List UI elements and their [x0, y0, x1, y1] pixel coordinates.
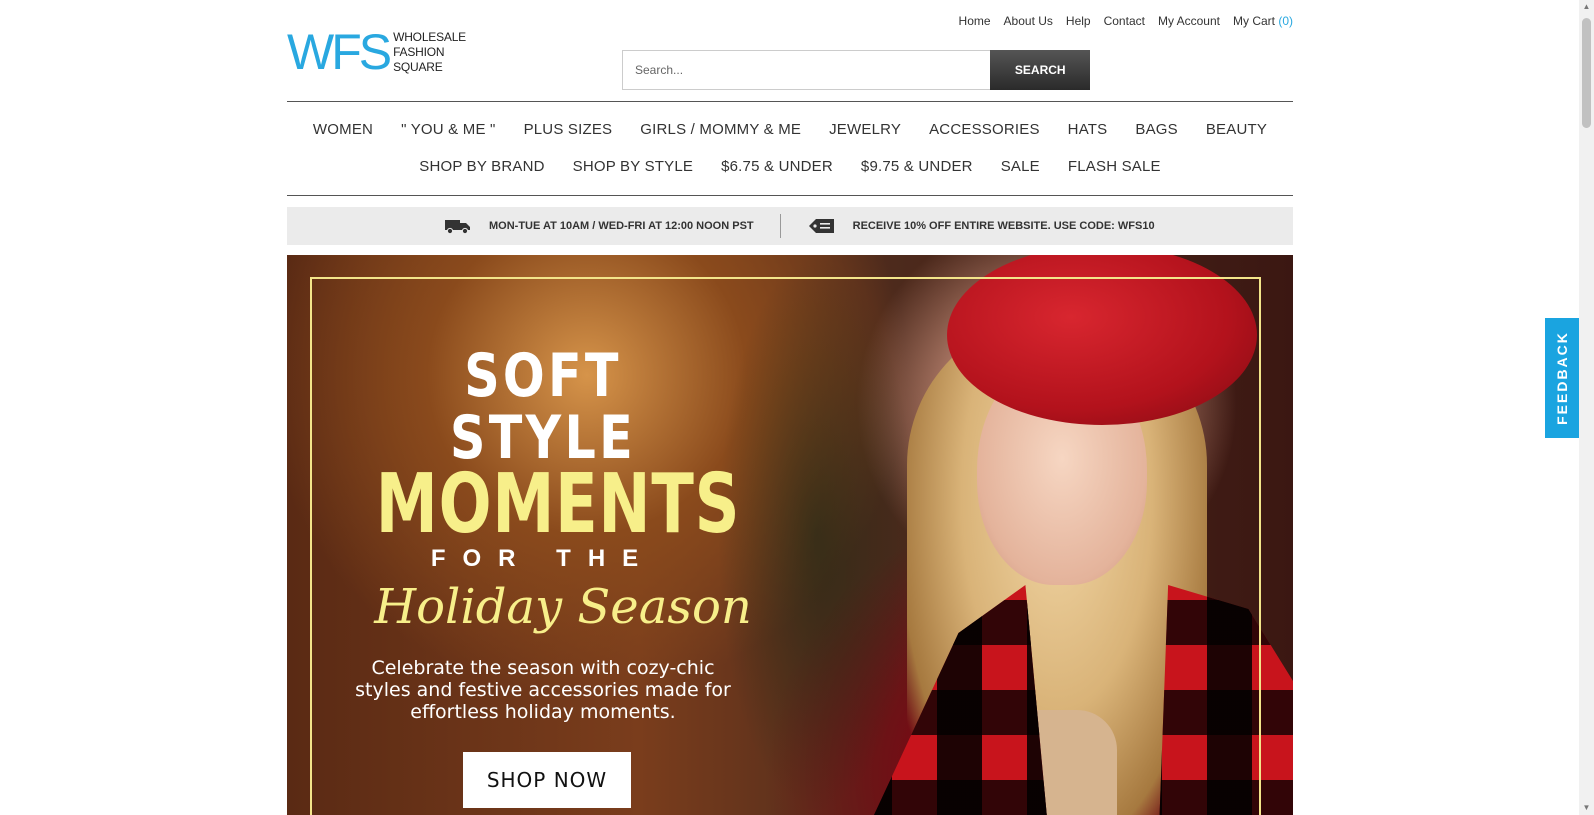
scrollbar-thumb[interactable] [1582, 18, 1591, 128]
nav-item-shop-by-brand[interactable]: SHOP BY BRAND [419, 158, 544, 175]
shipping-text: MON-TUE AT 10AM / WED-FRI AT 12:00 NOON … [489, 220, 754, 232]
nav-item-jewelry[interactable]: JEWELRY [829, 121, 901, 138]
top-link-about[interactable]: About Us [1004, 14, 1053, 28]
nav-item-sale[interactable]: SALE [1001, 158, 1040, 175]
logo-wordmark: WHOLESALE FASHION SQUARE [393, 30, 466, 75]
hero-banner[interactable]: SOFT STYLE MOMENTS FOR THE Holiday Seaso… [287, 255, 1293, 815]
top-link-cart[interactable]: My Cart (0) [1233, 14, 1293, 28]
logo-line: SQUARE [393, 59, 443, 74]
coupon-text: RECEIVE 10% OFF ENTIRE WEBSITE. USE CODE… [852, 220, 1155, 232]
nav-item-beauty[interactable]: BEAUTY [1206, 121, 1267, 138]
nav-item-under-975[interactable]: $9.75 & UNDER [861, 158, 973, 175]
page-container: WFS WHOLESALE FASHION SQUARE Home About … [287, 0, 1293, 815]
hero-headline-2: MOMENTS [375, 457, 741, 552]
search-button[interactable]: SEARCH [990, 50, 1090, 90]
truck-icon [445, 220, 470, 234]
top-links: Home About Us Help Contact My Account My… [959, 14, 1293, 28]
top-link-contact[interactable]: Contact [1104, 14, 1145, 28]
main-nav-row-1: WOMEN " YOU & ME " PLUS SIZES GIRLS / MO… [287, 121, 1293, 138]
nav-item-hats[interactable]: HATS [1068, 121, 1108, 138]
logo-line: WHOLESALE [393, 29, 466, 44]
shipping-notice: MON-TUE AT 10AM / WED-FRI AT 12:00 NOON … [445, 218, 754, 234]
hero-copy: SOFT STYLE MOMENTS FOR THE Holiday Seaso… [323, 345, 763, 723]
hero-subtitle: Celebrate the season with cozy-chic styl… [355, 657, 731, 723]
shop-now-button[interactable]: SHOP NOW [463, 752, 631, 808]
nav-item-plus-sizes[interactable]: PLUS SIZES [524, 121, 613, 138]
top-link-home[interactable]: Home [959, 14, 991, 28]
feedback-tab[interactable]: FEEDBACK [1545, 318, 1579, 438]
site-logo[interactable]: WFS WHOLESALE FASHION SQUARE [287, 26, 487, 78]
nav-item-women[interactable]: WOMEN [313, 121, 373, 138]
cart-count: (0) [1278, 14, 1293, 28]
top-link-account[interactable]: My Account [1158, 14, 1220, 28]
hero-headline-script: Holiday Season [374, 579, 752, 635]
logo-line: FASHION [393, 44, 445, 59]
nav-bottom-divider [287, 195, 1293, 196]
search-bar: SEARCH [622, 50, 1090, 90]
promo-divider [779, 214, 781, 238]
nav-item-shop-by-style[interactable]: SHOP BY STYLE [573, 158, 693, 175]
tag-icon [808, 219, 834, 233]
main-nav-row-2: SHOP BY BRAND SHOP BY STYLE $6.75 & UNDE… [287, 158, 1293, 175]
scroll-down-icon[interactable]: ▼ [1582, 803, 1591, 813]
feedback-label: FEEDBACK [1554, 331, 1570, 425]
coupon-notice: RECEIVE 10% OFF ENTIRE WEBSITE. USE CODE… [808, 218, 1155, 234]
nav-item-girls-mommy-me[interactable]: GIRLS / MOMMY & ME [640, 121, 801, 138]
nav-item-accessories[interactable]: ACCESSORIES [929, 121, 1040, 138]
nav-item-under-675[interactable]: $6.75 & UNDER [721, 158, 833, 175]
search-input[interactable] [622, 50, 991, 90]
cart-label: My Cart [1232, 14, 1275, 28]
hero-headline-1: SOFT STYLE [450, 341, 636, 473]
page-scrollbar[interactable]: ▲ ▼ [1579, 0, 1594, 815]
scroll-up-icon[interactable]: ▲ [1582, 2, 1591, 12]
logo-mark: WFS [287, 24, 392, 80]
promo-bar: MON-TUE AT 10AM / WED-FRI AT 12:00 NOON … [287, 207, 1293, 245]
top-link-help[interactable]: Help [1066, 14, 1091, 28]
nav-item-bags[interactable]: BAGS [1135, 121, 1177, 138]
nav-top-divider [287, 101, 1293, 102]
nav-item-you-and-me[interactable]: " YOU & ME " [401, 121, 495, 138]
nav-item-flash-sale[interactable]: FLASH SALE [1068, 158, 1161, 175]
